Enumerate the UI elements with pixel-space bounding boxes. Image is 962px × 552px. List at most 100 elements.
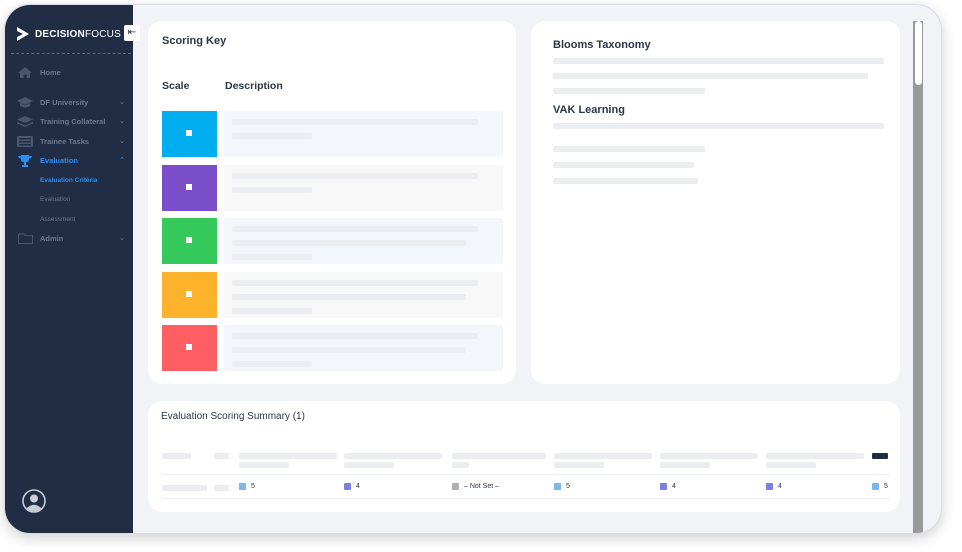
placeholder-line: [553, 178, 698, 184]
placeholder-line: [553, 123, 884, 129]
description-column-header: Description: [225, 80, 283, 92]
score-value: 5: [884, 483, 888, 490]
scoring-key-title: Scoring Key: [162, 35, 227, 47]
scale-description: [224, 111, 503, 157]
placeholder-line: [554, 453, 652, 459]
score-color-icon: [872, 483, 879, 490]
sidebar-item-training-collateral[interactable]: Training Collateral ⌄: [5, 112, 133, 132]
placeholder-line: [232, 226, 478, 232]
sidebar-item-label: Evaluation: [40, 156, 78, 166]
trophy-icon: [17, 154, 33, 167]
brand-logo[interactable]: DECISIONFOCUS: [15, 25, 121, 43]
sidebar-item-label: Training Collateral: [40, 117, 106, 127]
placeholder-line: [232, 293, 466, 300]
brand-divider: [11, 53, 131, 54]
score-value: 4: [672, 483, 676, 490]
scale-description: [224, 325, 503, 371]
placeholder-line: [232, 279, 478, 286]
placeholder-line: [553, 73, 868, 79]
brand-name-light: FOCUS: [84, 28, 121, 40]
sidebar-item-df-university[interactable]: DF University ⌄: [5, 93, 133, 113]
graduation-cap-icon: [17, 96, 33, 108]
placeholder-line: [553, 146, 705, 152]
placeholder-line: [344, 462, 394, 468]
score-color-icon: [239, 483, 246, 490]
scoring-key-card: Scoring Key Scale Description: [148, 21, 516, 384]
layers-icon: [17, 116, 33, 128]
sidebar-item-label: Trainee Tasks: [40, 136, 90, 146]
placeholder-line: [162, 485, 207, 491]
tasks-icon: [17, 135, 33, 147]
decision-focus-logo-icon: [17, 27, 29, 41]
scale-marker-icon: [186, 290, 192, 297]
header-divider: [162, 474, 890, 475]
placeholder-line: [553, 88, 705, 94]
taxonomy-card: Blooms Taxonomy VAK Learning: [531, 21, 900, 384]
placeholder-line: [232, 172, 478, 179]
scale-swatch: [162, 218, 217, 264]
score-cell: 5: [554, 483, 570, 490]
home-icon: [17, 67, 33, 79]
brand-name-bold: DECISION: [35, 28, 85, 40]
blooms-taxonomy-title: Blooms Taxonomy: [553, 39, 651, 51]
score-color-icon: [766, 483, 773, 490]
vak-learning-title: VAK Learning: [553, 104, 625, 116]
sidebar-item-label: Admin: [40, 234, 64, 244]
chevron-down-icon: ⌄: [119, 98, 125, 106]
score-cell: 4: [766, 483, 782, 490]
user-avatar-icon[interactable]: [22, 489, 46, 513]
score-value: 5: [251, 483, 255, 490]
placeholder-line: [232, 240, 466, 246]
scale-marker-icon: [186, 183, 192, 190]
sidebar-item-home[interactable]: Home: [5, 63, 133, 83]
row-divider: [162, 498, 890, 499]
score-cell: – Not Set –: [452, 483, 499, 490]
score-color-icon: [660, 483, 667, 490]
placeholder-line: [232, 333, 478, 339]
placeholder-line: [660, 462, 710, 468]
placeholder-line: [344, 453, 442, 459]
placeholder-line: [452, 462, 469, 468]
scale-description: [224, 164, 503, 211]
score-value: – Not Set –: [464, 483, 500, 490]
scale-swatch: [162, 164, 217, 211]
scale-description: [224, 271, 503, 318]
placeholder-line: [553, 58, 884, 64]
scale-column-header: Scale: [162, 80, 190, 92]
app-window: DECISIONFOCUS ⇤ Home DF University ⌄ Tra…: [4, 4, 942, 534]
sidebar-subitem-assessment[interactable]: Assessment: [5, 210, 133, 230]
sidebar-subitem-evaluation-criteria[interactable]: Evaluation Criteria: [5, 171, 133, 191]
scrollbar-thumb[interactable]: [915, 21, 922, 85]
placeholder-line: [239, 453, 337, 459]
score-color-icon: [452, 483, 459, 490]
placeholder-line: [232, 119, 478, 125]
placeholder-line: [554, 462, 604, 468]
sidebar-item-label: Home: [40, 68, 61, 78]
score-color-icon: [554, 483, 561, 490]
scale-description: [224, 218, 503, 264]
column-header-marker: [872, 453, 888, 459]
chevron-up-icon: ⌃: [119, 157, 125, 164]
score-color-icon: [344, 483, 351, 490]
sidebar-subitem-evaluation[interactable]: Evaluation: [5, 190, 133, 210]
placeholder-line: [766, 453, 864, 459]
sidebar-item-evaluation[interactable]: Evaluation ⌃: [5, 151, 133, 171]
sidebar-item-admin[interactable]: Admin ⌄: [5, 229, 133, 249]
scale-swatch: [162, 111, 217, 157]
summary-title: Evaluation Scoring Summary (1): [161, 411, 305, 422]
score-cell: 4: [660, 483, 676, 490]
sidebar-item-trainee-tasks[interactable]: Trainee Tasks ⌄: [5, 132, 133, 152]
placeholder-line: [239, 462, 289, 468]
scale-swatch: [162, 271, 217, 318]
scale-marker-icon: [186, 344, 192, 350]
chevron-down-icon: ⌄: [119, 235, 125, 242]
placeholder-line: [214, 453, 229, 459]
scale-marker-icon: [186, 130, 192, 136]
collapse-sidebar-button[interactable]: ⇤: [124, 25, 140, 41]
folder-icon: [17, 233, 33, 245]
score-value: 4: [778, 483, 782, 490]
sidebar: DECISIONFOCUS ⇤ Home DF University ⌄ Tra…: [5, 5, 140, 533]
vertical-scrollbar[interactable]: [913, 21, 923, 533]
collapse-arrow-icon: ⇤: [127, 27, 137, 38]
placeholder-line: [553, 162, 694, 168]
